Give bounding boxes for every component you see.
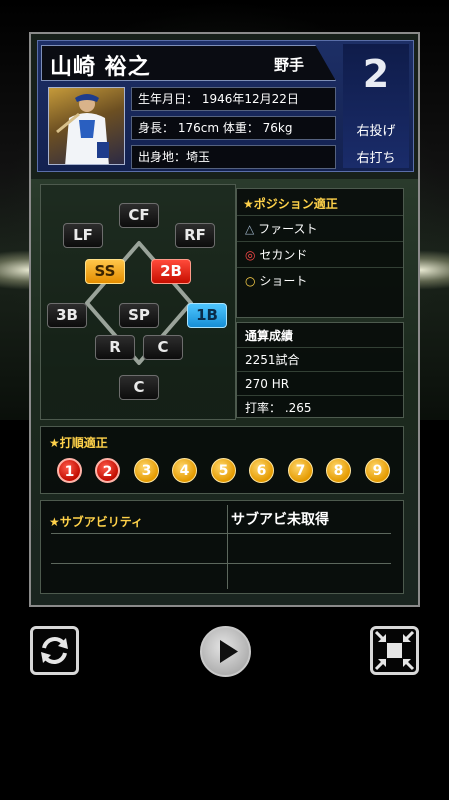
order-6: 6 — [249, 458, 274, 483]
rotate-icon — [41, 637, 68, 664]
position-rf: RF — [175, 223, 215, 248]
player-header: 山崎 裕之 野手 生年月日： 1946年12月22日 身長： 176cm 体重：… — [37, 40, 414, 172]
sub-ability-divider — [227, 505, 228, 589]
player-photo — [48, 87, 125, 165]
aptitude-panel: ★ポジション適正 △ ファースト ◎ セカンド ○ ショート — [236, 188, 404, 318]
career-title: 通算成績 — [245, 329, 294, 343]
hometown-info: 出身地：埼玉 — [131, 145, 336, 169]
player-type: 野手 — [274, 56, 305, 74]
play-button[interactable] — [200, 626, 251, 677]
aptitude-first: △ ファースト — [237, 215, 403, 241]
bats-label: 右打ち — [356, 151, 396, 166]
aptitude-label: ショート — [259, 274, 308, 288]
shrink-icon — [374, 630, 415, 671]
double-circle-icon: ◎ — [245, 248, 256, 262]
aptitude-label: セカンド — [259, 248, 308, 262]
order-5: 5 — [211, 458, 236, 483]
aptitude-second: ◎ セカンド — [237, 241, 403, 267]
order-3: 3 — [134, 458, 159, 483]
position-cf: CF — [119, 203, 159, 228]
position-3b: 3B — [47, 303, 87, 328]
order-9: 9 — [365, 458, 390, 483]
career-panel: 通算成績 2251試合 270 HR 打率： .265 — [236, 322, 404, 418]
circle-icon: ○ — [245, 274, 256, 288]
position-2b: 2B — [151, 259, 191, 284]
sub-ability-value: サブアビ未取得 — [231, 512, 329, 528]
position-lf: LF — [63, 223, 103, 248]
career-avg: 打率： .265 — [237, 395, 403, 419]
player-card: 山崎 裕之 野手 生年月日： 1946年12月22日 身長： 176cm 体重：… — [29, 32, 420, 607]
aptitude-short: ○ ショート — [237, 267, 403, 293]
batting-order-title: ★打順適正 — [49, 436, 108, 450]
sub-ability-panel: ★サブアビリティ サブアビ未取得 — [40, 500, 404, 594]
uniform-number: 2 — [362, 52, 390, 96]
position-cp: C — [143, 335, 183, 360]
aptitude-title: ★ポジション適正 — [243, 197, 338, 211]
career-games: 2251試合 — [237, 347, 403, 371]
order-7: 7 — [288, 458, 313, 483]
position-field: CF LF RF SS 2B 3B SP 1B R C C — [40, 184, 236, 420]
position-1b: 1B — [187, 303, 227, 328]
body-info: 身長： 176cm 体重： 76kg — [131, 116, 336, 140]
name-bar: 山崎 裕之 野手 — [41, 45, 336, 81]
rotate-button[interactable] — [30, 626, 79, 675]
order-8: 8 — [326, 458, 351, 483]
career-hr: 270 HR — [237, 371, 403, 395]
aptitude-label: ファースト — [258, 222, 318, 236]
order-1: 1 — [57, 458, 82, 483]
throws-label: 右投げ — [356, 124, 396, 139]
birth-info: 生年月日： 1946年12月22日 — [131, 87, 336, 111]
order-2: 2 — [95, 458, 120, 483]
position-sp: SP — [119, 303, 159, 328]
player-name: 山崎 裕之 — [50, 55, 151, 80]
triangle-icon: △ — [245, 222, 255, 236]
position-rp: R — [95, 335, 135, 360]
position-catcher: C — [119, 375, 159, 400]
play-icon — [220, 640, 238, 663]
shrink-button[interactable] — [370, 626, 419, 675]
sub-ability-title: ★サブアビリティ — [49, 515, 144, 529]
order-4: 4 — [172, 458, 197, 483]
number-box: 2 右投げ 右打ち — [343, 44, 409, 168]
position-ss: SS — [85, 259, 125, 284]
